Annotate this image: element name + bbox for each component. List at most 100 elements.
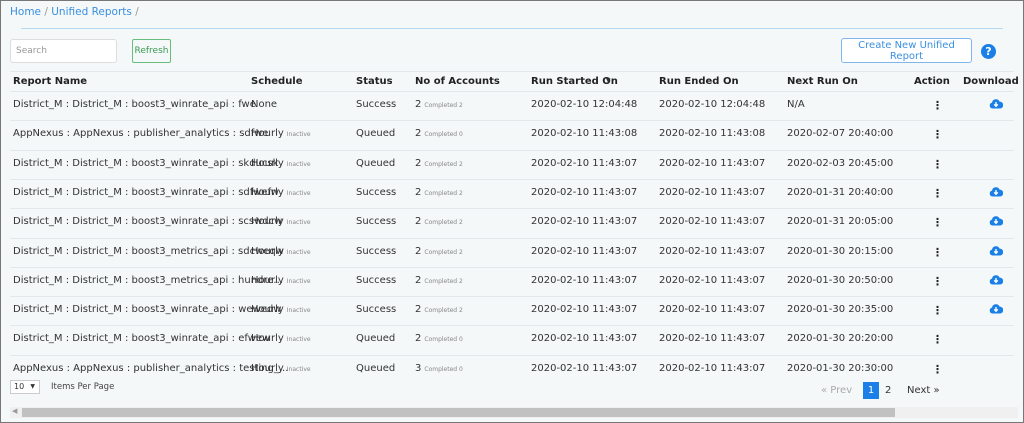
- search-input[interactable]: [10, 39, 117, 63]
- status: Queued: [356, 158, 395, 169]
- completed-count: Completed 2: [424, 277, 463, 285]
- run-started: 2020-02-10 11:43:07: [531, 216, 637, 227]
- accounts-value: 2: [415, 274, 422, 286]
- run-started: 2020-02-10 11:43:07: [531, 246, 637, 257]
- next-run: 2020-01-31 20:40:00: [787, 187, 893, 198]
- scroll-left-icon[interactable]: ◀: [12, 407, 17, 415]
- breadcrumb-home[interactable]: Home: [10, 6, 41, 18]
- column-header[interactable]: Run Started On: [531, 76, 618, 87]
- breadcrumb: Home / Unified Reports /: [10, 6, 139, 18]
- scrollbar-thumb[interactable]: [22, 408, 895, 417]
- status-value: Success: [356, 245, 397, 257]
- accounts-value: 2: [415, 99, 422, 110]
- run-ended: 2020-02-10 11:43:07: [659, 187, 765, 198]
- run-ended-value: 2020-02-10 11:43:07: [659, 362, 766, 374]
- more-vertical-icon[interactable]: ⋮: [932, 275, 943, 288]
- column-header[interactable]: Action: [914, 76, 950, 87]
- run-started: 2020-02-10 11:43:07: [531, 158, 637, 169]
- run-started-value: 2020-02-10 11:43:07: [531, 216, 638, 228]
- cloud-download-icon[interactable]: [989, 245, 1004, 259]
- column-header[interactable]: Report Name: [13, 76, 87, 87]
- cloud-download-icon[interactable]: [989, 186, 1004, 200]
- run-ended-value: 2020-02-10 11:43:07: [659, 304, 766, 316]
- accounts-value: 3: [415, 362, 422, 374]
- table-row: District_M : District_M : boost3_winrate…: [10, 149, 1014, 179]
- breadcrumb-separator: /: [44, 6, 48, 18]
- cloud-download-icon[interactable]: [989, 98, 1004, 112]
- column-header[interactable]: Run Ended On: [659, 76, 739, 87]
- run-started-value: 2020-02-10 12:04:48: [531, 99, 638, 110]
- run-started-value: 2020-02-10 11:43:07: [531, 245, 638, 257]
- more-vertical-icon[interactable]: ⋮: [932, 246, 943, 259]
- schedule: Hourly Inactive: [251, 246, 311, 257]
- schedule-value: Hourly: [251, 157, 284, 169]
- run-started-value: 2020-02-10 11:43:07: [531, 362, 638, 374]
- next-run-value: 2020-01-30 20:15:00: [787, 245, 894, 257]
- more-vertical-icon[interactable]: ⋮: [932, 128, 943, 141]
- prev-page-button[interactable]: « Prev: [821, 382, 852, 399]
- cloud-download-icon[interactable]: [989, 274, 1004, 288]
- schedule-value: Hourly: [251, 362, 284, 374]
- table-row: District_M : District_M : boost3_metrics…: [10, 266, 1014, 296]
- run-ended: 2020-02-10 11:43:07: [659, 304, 765, 315]
- completed-count: Completed 2: [424, 160, 463, 168]
- run-started-value: 2020-02-10 11:43:08: [531, 128, 638, 140]
- run-ended: 2020-02-10 11:43:08: [659, 128, 765, 139]
- breadcrumb-unified-reports[interactable]: Unified Reports: [51, 6, 132, 18]
- report-name-value: AppNexus : AppNexus : publisher_analytic…: [13, 362, 289, 374]
- sort-desc-icon[interactable]: ▾: [606, 76, 611, 86]
- column-header[interactable]: No of Accounts: [415, 76, 500, 87]
- schedule-note: Inactive: [286, 189, 311, 197]
- status-value: Queued: [356, 362, 396, 374]
- schedule-note: Inactive: [286, 219, 311, 227]
- run-started: 2020-02-10 11:43:07: [531, 333, 637, 344]
- report-name: District_M : District_M : boost3_winrate…: [13, 99, 256, 110]
- completed-count: Completed 2: [424, 219, 463, 227]
- cloud-download-icon[interactable]: [989, 215, 1004, 229]
- accounts: 2 Completed 0: [415, 128, 463, 139]
- run-ended: 2020-02-10 11:43:07: [659, 363, 765, 374]
- more-vertical-icon[interactable]: ⋮: [932, 363, 943, 376]
- more-vertical-icon[interactable]: ⋮: [932, 187, 943, 200]
- status-value: Success: [356, 186, 397, 198]
- run-started: 2020-02-10 11:43:08: [531, 128, 637, 139]
- report-name-value: District_M : District_M : boost3_winrate…: [13, 99, 256, 110]
- items-per-page-select[interactable]: 10 ▼: [10, 380, 40, 394]
- more-vertical-icon[interactable]: ⋮: [932, 158, 943, 171]
- completed-count: Completed 2: [424, 102, 463, 109]
- column-header[interactable]: Schedule: [251, 76, 303, 87]
- more-vertical-icon[interactable]: ⋮: [932, 99, 943, 112]
- divider: [10, 71, 1014, 72]
- schedule-value: Hourly: [251, 304, 284, 316]
- divider: [21, 28, 1003, 29]
- more-vertical-icon[interactable]: ⋮: [932, 304, 943, 317]
- help-icon[interactable]: ?: [981, 44, 996, 59]
- run-ended-value: 2020-02-10 11:43:07: [659, 333, 766, 345]
- completed-count: Completed 0: [424, 336, 463, 344]
- page-2-button[interactable]: 2: [885, 382, 891, 399]
- status-value: Success: [356, 274, 397, 286]
- column-header[interactable]: Download: [963, 76, 1019, 87]
- report-name: District_M : District_M : boost3_metrics…: [13, 246, 284, 257]
- accounts-value: 2: [415, 157, 422, 169]
- column-header[interactable]: Next Run On: [787, 76, 858, 87]
- create-report-button[interactable]: Create New Unified Report: [841, 38, 972, 63]
- more-vertical-icon[interactable]: ⋮: [932, 216, 943, 229]
- refresh-button[interactable]: Refresh: [132, 39, 171, 63]
- schedule-value: Hourly: [251, 333, 284, 345]
- report-name-value: District_M : District_M : boost3_winrate…: [13, 333, 271, 345]
- more-vertical-icon[interactable]: ⋮: [932, 333, 943, 346]
- accounts-value: 2: [415, 333, 422, 345]
- next-page-button[interactable]: Next »: [907, 382, 940, 399]
- status: Success: [356, 216, 396, 227]
- schedule-value: Hourly: [251, 186, 284, 198]
- page-1-button[interactable]: 1: [863, 382, 879, 399]
- cloud-download-icon[interactable]: [989, 303, 1004, 317]
- column-header[interactable]: Status: [356, 76, 393, 87]
- horizontal-scrollbar[interactable]: ◀: [10, 407, 1018, 418]
- schedule: Hourly Inactive: [251, 275, 311, 286]
- accounts: 3 Completed 0: [415, 363, 463, 374]
- run-started-value: 2020-02-10 11:43:07: [531, 304, 638, 316]
- run-started: 2020-02-10 11:43:07: [531, 275, 637, 286]
- status-value: Queued: [356, 333, 396, 345]
